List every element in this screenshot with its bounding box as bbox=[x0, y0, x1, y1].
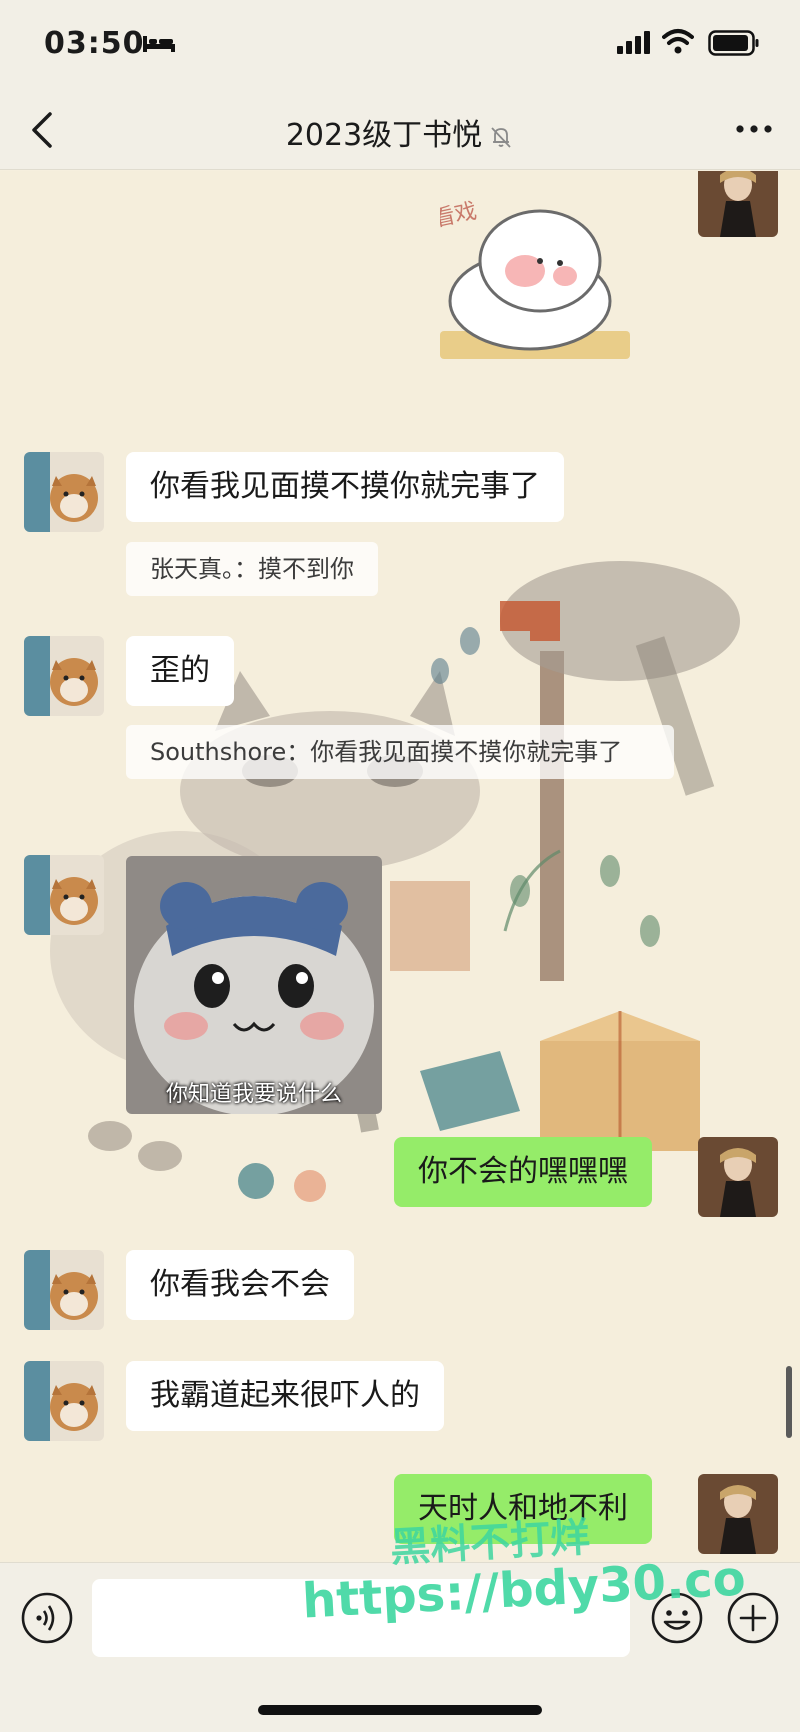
chat-area[interactable]: 看戏 你看我见面摸不摸你就完事了 张天真。：摸不到你 歪的 Southshore… bbox=[0, 171, 800, 1562]
message-bubble[interactable]: 我霸道起来很吓人的 bbox=[126, 1361, 444, 1431]
image-caption: 你知道我要说什么 bbox=[165, 1082, 342, 1107]
plus-icon[interactable] bbox=[726, 1591, 780, 1645]
contact-avatar[interactable] bbox=[24, 855, 104, 935]
voice-icon[interactable] bbox=[20, 1591, 74, 1645]
self-message-bubble[interactable]: 你不会的嘿嘿嘿 bbox=[394, 1137, 652, 1207]
cat-sticker[interactable]: 看戏 bbox=[440, 191, 650, 371]
contact-avatar[interactable] bbox=[24, 452, 104, 532]
battery-icon bbox=[708, 30, 759, 56]
contact-avatar[interactable] bbox=[24, 636, 104, 716]
contact-avatar[interactable] bbox=[24, 1250, 104, 1330]
scrollbar[interactable] bbox=[786, 1366, 792, 1438]
chat-title: 2023级丁书悦 bbox=[285, 118, 483, 153]
wifi-icon bbox=[662, 29, 694, 54]
message-input[interactable] bbox=[92, 1579, 630, 1657]
chat-title-row: 2023级丁书悦 bbox=[0, 110, 800, 154]
message-bubble[interactable]: 你看我会不会 bbox=[126, 1250, 354, 1320]
home-indicator[interactable] bbox=[258, 1705, 542, 1715]
sticker-caption: 看戏 bbox=[440, 199, 479, 233]
contact-avatar[interactable] bbox=[24, 1361, 104, 1441]
image-message[interactable]: 你知道我要说什么 bbox=[126, 856, 382, 1114]
status-time: 03:50 bbox=[44, 26, 145, 61]
input-bar bbox=[0, 1562, 800, 1732]
emoji-icon[interactable] bbox=[650, 1591, 704, 1645]
message-bubble[interactable]: 你看我见面摸不摸你就完事了 bbox=[126, 452, 564, 522]
message-bubble[interactable]: 歪的 bbox=[126, 636, 234, 706]
quoted-message[interactable]: Southshore：你看我见面摸不摸你就完事了 bbox=[126, 725, 674, 779]
mute-bell-icon bbox=[491, 126, 511, 148]
status-bar: 03:50 bbox=[0, 0, 800, 90]
self-avatar[interactable] bbox=[698, 171, 778, 237]
more-dots-icon[interactable] bbox=[732, 114, 776, 144]
self-message-bubble[interactable]: 天时人和地不利 bbox=[394, 1474, 652, 1544]
chat-wallpaper bbox=[50, 561, 740, 1202]
self-avatar[interactable] bbox=[698, 1474, 778, 1554]
quoted-message[interactable]: 张天真。：摸不到你 bbox=[126, 542, 378, 596]
self-avatar[interactable] bbox=[698, 1137, 778, 1217]
bed-icon bbox=[143, 36, 175, 52]
signal-icon bbox=[617, 31, 650, 54]
chat-header: 2023级丁书悦 bbox=[0, 90, 800, 170]
